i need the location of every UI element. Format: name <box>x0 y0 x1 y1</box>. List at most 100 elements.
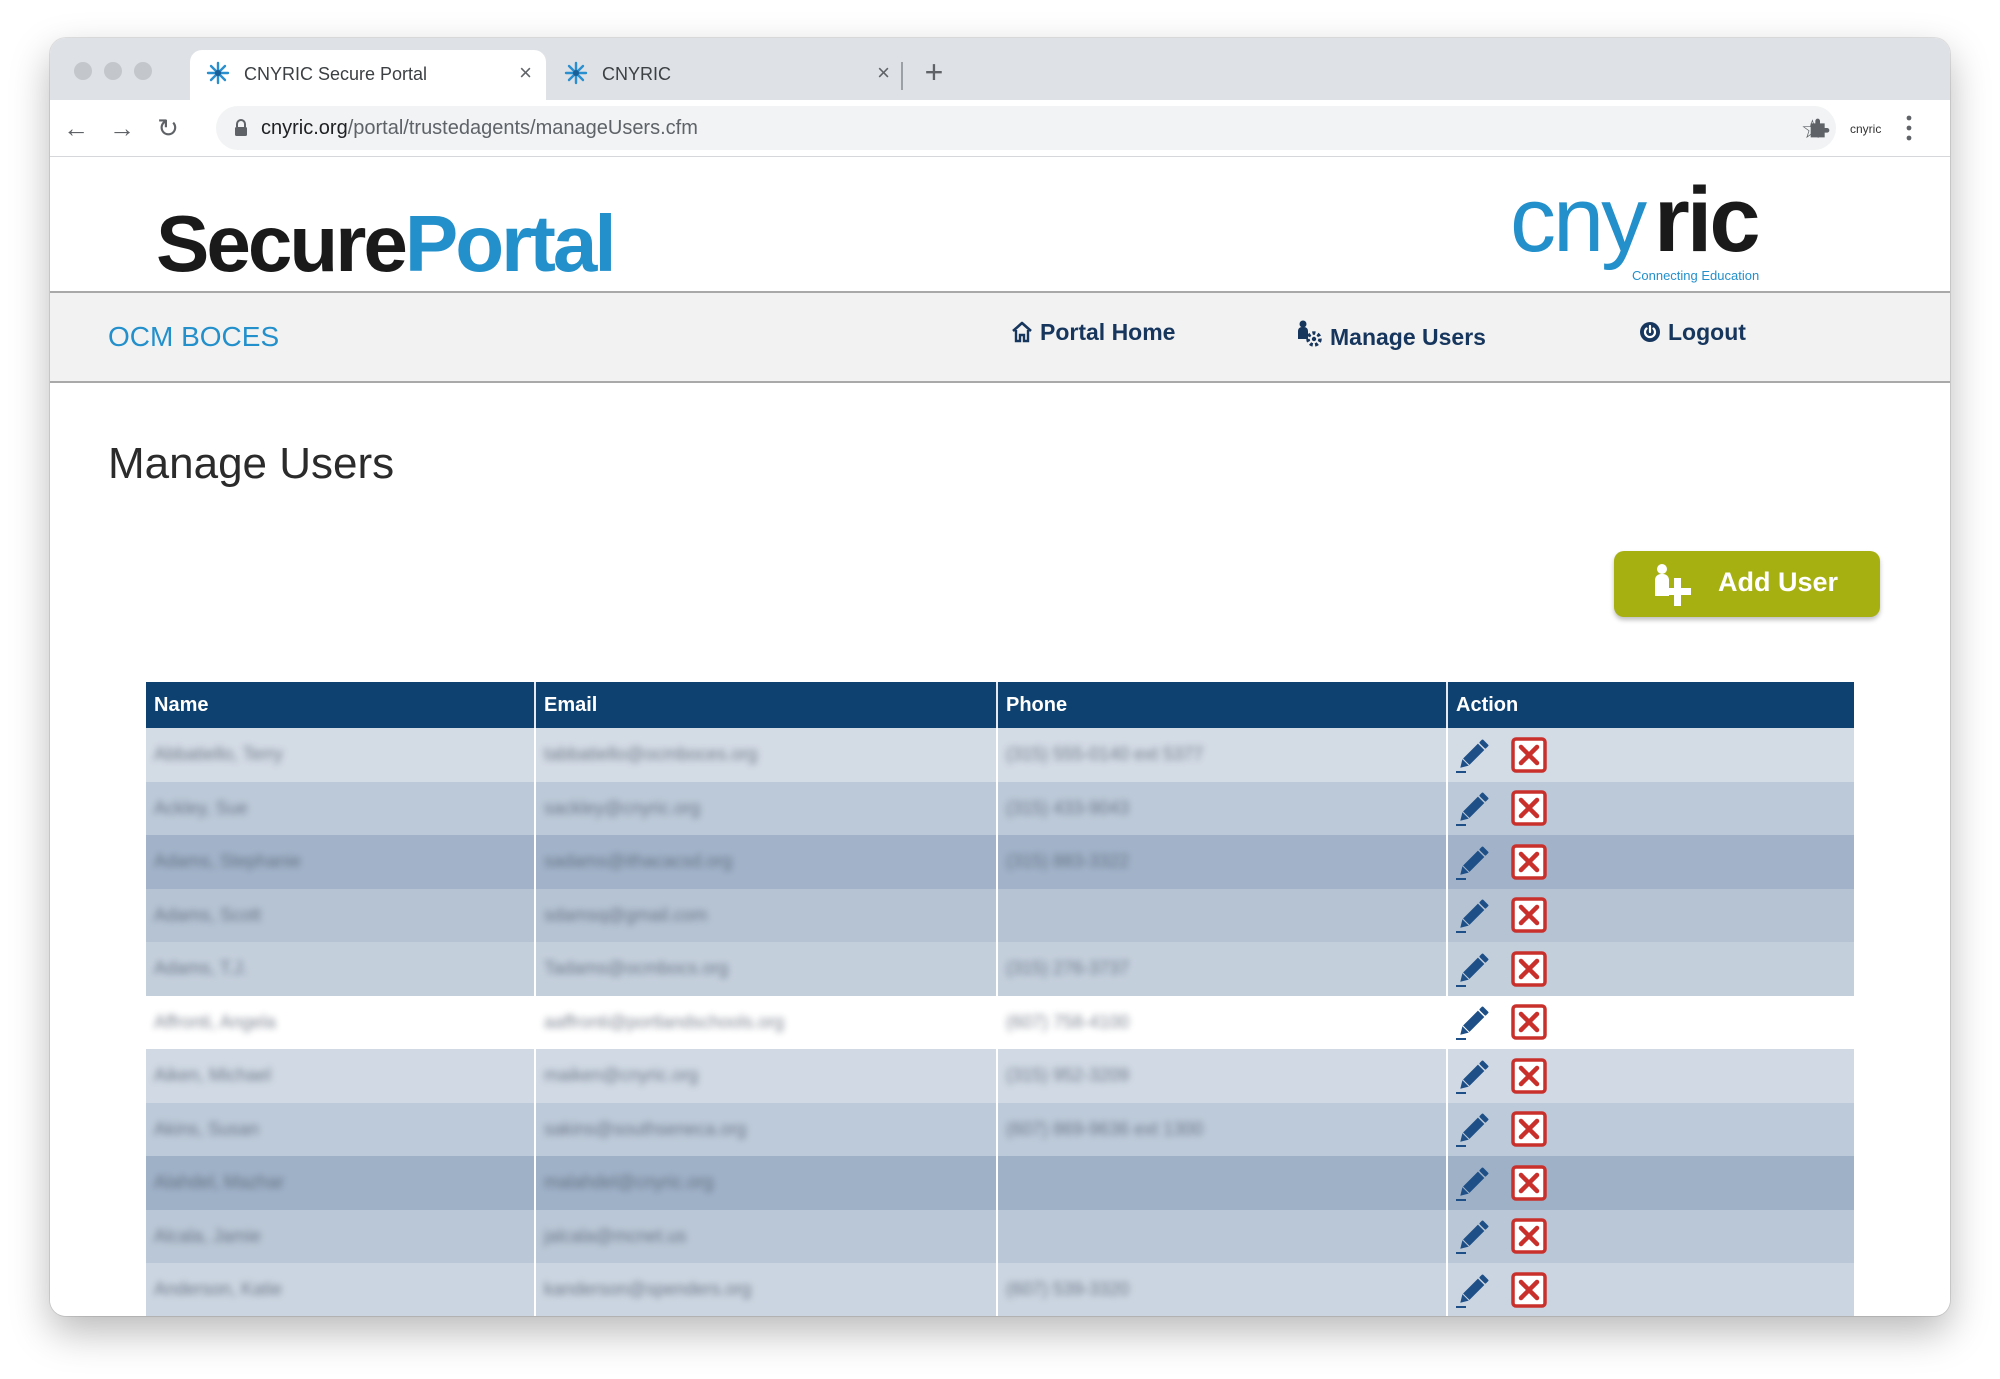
column-header-email[interactable]: Email <box>535 682 998 728</box>
user-name-cell: Akins, Susan <box>146 1102 536 1156</box>
tab-close-icon[interactable]: × <box>519 60 532 86</box>
table-row: Affronti, Angela aaffronti@portlandschool… <box>146 995 1854 1050</box>
new-tab-button[interactable]: + <box>916 54 952 90</box>
browser-menu-icon[interactable] <box>1904 110 1914 146</box>
action-cell <box>1447 996 1854 1050</box>
nav-logout[interactable]: Logout <box>1638 319 1746 346</box>
user-email-cell: sdamsq@gmail.com <box>535 888 998 942</box>
delete-x-icon[interactable] <box>1510 736 1548 774</box>
profile-extension-icon[interactable]: cnyric <box>1850 122 1881 136</box>
table-row: Adams, Scott sdamsq@gmail.com <box>146 888 1854 943</box>
delete-x-icon[interactable] <box>1510 1057 1548 1095</box>
user-name-cell: Affronti, Angela <box>146 995 536 1049</box>
user-name-cell: Adams, T.J. <box>146 942 536 996</box>
url-path: /portal/trustedagents/manageUsers.cfm <box>347 117 698 139</box>
back-arrow-icon[interactable]: ← <box>60 112 92 144</box>
delete-x-icon[interactable] <box>1510 1217 1548 1255</box>
column-header-name[interactable]: Name <box>146 682 536 728</box>
table-row: Akins, Susan sakins@southseneca.org (607) … <box>146 1102 1854 1156</box>
edit-pencil-icon[interactable] <box>1454 1057 1492 1095</box>
table-row: Abbatiello, Terry tabbatiello@ocmboces.or… <box>146 728 1854 782</box>
maximize-window-button[interactable] <box>134 62 152 80</box>
close-window-button[interactable] <box>74 62 92 80</box>
column-header-action: Action <box>1447 682 1854 728</box>
tab-title: CNYRIC Secure Portal <box>244 64 428 84</box>
tab-cnyric-secure-portal[interactable]: CNYRIC Secure Portal × <box>190 50 546 100</box>
user-name-cell: Adams, Scott <box>146 888 536 942</box>
action-cell <box>1447 942 1854 996</box>
user-phone-cell: (315) 555-0140 ext 5377 <box>997 728 1448 782</box>
table-row: Adams, Stephanie sadams@ithacacsd.org (315… <box>146 835 1854 889</box>
tab-strip: CNYRIC Secure Portal × CNYRIC × + <box>50 38 1950 100</box>
users-gear-icon <box>1298 320 1322 347</box>
delete-x-icon[interactable] <box>1510 1164 1548 1202</box>
edit-pencil-icon[interactable] <box>1454 896 1492 934</box>
edit-pencil-icon[interactable] <box>1454 1003 1492 1041</box>
lock-icon <box>235 119 247 136</box>
forward-arrow-icon[interactable]: → <box>106 112 138 144</box>
nav-portal-home[interactable]: Portal Home <box>1010 319 1175 346</box>
edit-pencil-icon[interactable] <box>1454 1271 1492 1309</box>
table-row: Anderson, Katie kanderson@spenders.org (60… <box>146 1263 1854 1316</box>
extensions-puzzle-icon[interactable] <box>1806 114 1834 142</box>
user-phone-cell: (315) 883-3322 <box>997 835 1448 889</box>
user-phone-cell <box>997 1209 1448 1263</box>
user-email-cell: Tadams@ocmbocs.org <box>535 942 998 996</box>
table-row: Alahdel, Mazhar malahdel@cnyric.org <box>146 1156 1854 1210</box>
column-header-phone[interactable]: Phone <box>997 682 1448 728</box>
user-name-cell: Aiken, Michael <box>146 1049 536 1103</box>
home-icon <box>1012 321 1032 343</box>
action-cell <box>1447 1049 1854 1103</box>
cnyric-favicon-icon <box>564 61 588 85</box>
cnyric-logo[interactable]: cny ric Connecting Education <box>1510 169 1790 292</box>
minimize-window-button[interactable] <box>104 62 122 80</box>
edit-pencil-icon[interactable] <box>1454 950 1492 988</box>
browser-toolbar: ← → ↻ cnyric.org/portal/trustedagents/ma… <box>50 100 1950 157</box>
delete-x-icon[interactable] <box>1510 896 1548 934</box>
user-name-cell: Adams, Stephanie <box>146 835 536 889</box>
cnyric-favicon-icon <box>206 61 230 85</box>
user-phone-cell: (315) 276-3737 <box>997 942 1448 996</box>
tab-cnyric[interactable]: CNYRIC × <box>548 50 904 100</box>
table-row: Adams, T.J. Tadams@ocmbocs.org (315) 276-3… <box>146 942 1854 996</box>
action-cell <box>1447 889 1854 943</box>
delete-x-icon[interactable] <box>1510 789 1548 827</box>
tab-close-icon[interactable]: × <box>877 60 890 86</box>
delete-x-icon[interactable] <box>1510 843 1548 881</box>
add-user-icon <box>1655 564 1691 606</box>
action-cell <box>1447 1156 1854 1210</box>
secure-portal-logo[interactable]: SecurePortal <box>156 199 617 289</box>
edit-pencil-icon[interactable] <box>1454 789 1492 827</box>
user-phone-cell <box>997 1156 1448 1210</box>
power-icon <box>1640 322 1660 342</box>
user-phone-cell: (607) 539-3320 <box>997 1263 1448 1316</box>
edit-pencil-icon[interactable] <box>1454 843 1492 881</box>
edit-pencil-icon[interactable] <box>1454 1164 1492 1202</box>
tab-separator <box>901 62 903 90</box>
users-table: Name Email Phone Action Abbatiello, Terr… <box>146 682 1854 1316</box>
delete-x-icon[interactable] <box>1510 1110 1548 1148</box>
table-body: Abbatiello, Terry tabbatiello@ocmboces.or… <box>146 728 1854 1316</box>
nav-manage-users[interactable]: Manage Users <box>1296 319 1486 351</box>
org-name: OCM BOCES <box>108 321 280 352</box>
logo-tagline: Connecting Education <box>1632 268 1760 283</box>
user-email-cell: malahdel@cnyric.org <box>535 1156 998 1210</box>
user-phone-cell: (315) 433-9043 <box>997 781 1448 835</box>
add-user-button[interactable]: Add User <box>1614 551 1880 617</box>
main-nav: OCM BOCES Portal Home Manage Users Logou… <box>50 291 1950 383</box>
edit-pencil-icon[interactable] <box>1454 736 1492 774</box>
user-email-cell: maiken@cnyric.org <box>535 1049 998 1103</box>
reload-icon[interactable]: ↻ <box>152 112 184 144</box>
user-phone-cell: (315) 952-3209 <box>997 1049 1448 1103</box>
edit-pencil-icon[interactable] <box>1454 1217 1492 1255</box>
user-name-cell: Alahdel, Mazhar <box>146 1156 536 1210</box>
user-email-cell: kanderson@spenders.org <box>535 1263 998 1316</box>
delete-x-icon[interactable] <box>1510 950 1548 988</box>
delete-x-icon[interactable] <box>1510 1003 1548 1041</box>
action-cell <box>1447 1263 1854 1316</box>
edit-pencil-icon[interactable] <box>1454 1110 1492 1148</box>
page-content: SecurePortal cny ric Connecting Educatio… <box>50 157 1950 1316</box>
action-cell <box>1447 835 1854 889</box>
address-bar[interactable]: cnyric.org/portal/trustedagents/manageUs… <box>216 106 1836 150</box>
delete-x-icon[interactable] <box>1510 1271 1548 1309</box>
